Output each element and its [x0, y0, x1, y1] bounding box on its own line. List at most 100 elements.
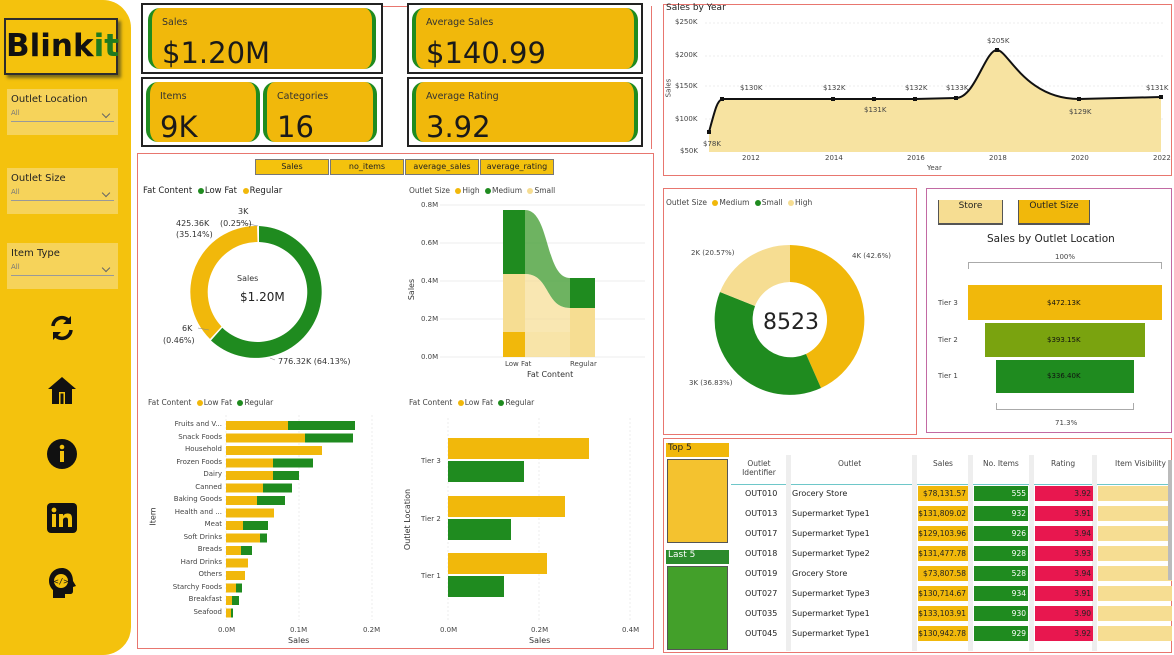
donut-label-low-fat: 776.32K (64.13%) — [278, 357, 351, 366]
kpi-items-card: Items 9K — [146, 82, 260, 144]
cell-items: 934 — [974, 586, 1028, 601]
chart-title: Sales by Outlet Location — [987, 233, 1115, 245]
cell-visibility — [1098, 626, 1172, 641]
table-row[interactable]: OUT045 Supermarket Type1 $130,942.78 929… — [731, 624, 1172, 644]
donut-label-small: 3K (36.83%) — [689, 379, 733, 387]
table-row[interactable]: OUT010 Grocery Store $78,131.57 555 3.92 — [731, 484, 1172, 504]
table-header: Outlet Identifier Outlet Sales No. Items… — [731, 452, 1171, 485]
legend-item: Low Fat — [204, 186, 237, 196]
table-row[interactable]: OUT013 Supermarket Type1 $131,809.02 932… — [731, 504, 1172, 524]
item-bar-soft-drinks — [226, 533, 267, 543]
top5-button[interactable]: Top 5 — [666, 443, 729, 457]
legend-dot — [788, 200, 795, 206]
column-header[interactable]: Sales — [933, 459, 953, 468]
outlet-location-dropdown[interactable]: All — [11, 109, 114, 122]
data-point — [1159, 95, 1163, 99]
legend-item: Low Fat — [464, 398, 494, 407]
ribbon-band-medium — [525, 332, 570, 357]
item-sales-bar-chart — [225, 415, 373, 620]
tier2-low-fat-bar — [448, 496, 565, 517]
item-label: Starchy Foods — [172, 582, 222, 591]
data-point — [954, 96, 958, 100]
last5-panel[interactable] — [667, 566, 728, 650]
kpi-avg-rating-card: Average Rating 3.92 — [412, 82, 638, 144]
legend-item: Regular — [505, 398, 535, 407]
table-scrollbar[interactable] — [1168, 460, 1172, 580]
cell-outlet: Supermarket Type1 — [792, 509, 870, 518]
x-tick: 0.2M — [363, 626, 381, 634]
column-header[interactable]: Rating — [1051, 459, 1075, 468]
data-point — [1077, 97, 1081, 101]
item-bar-others — [226, 571, 245, 580]
donut-label-a-pct: (0.25%) — [220, 219, 252, 228]
x-tick: 2018 — [989, 154, 1007, 162]
column-header[interactable]: No. Items — [983, 459, 1019, 468]
top5-panel[interactable] — [667, 459, 728, 543]
legend-dot — [485, 188, 492, 194]
metric-button-average-sales[interactable]: average_sales — [405, 159, 479, 175]
cell-sales: $73,807.58 — [918, 566, 968, 581]
item-bar-breakfast — [226, 596, 239, 605]
year-area — [709, 50, 1161, 152]
outlet-size-slicer[interactable]: Outlet Size All — [7, 168, 118, 214]
item-bar-starchy — [226, 583, 242, 593]
kpi-avg-rating-frame: Average Rating 3.92 — [407, 77, 643, 147]
store-tab[interactable]: Store — [938, 200, 1003, 225]
column-header[interactable]: Item Visibility — [1115, 459, 1166, 468]
home-icon[interactable] — [45, 373, 79, 407]
funnel-tier-label: Tier 1 — [938, 372, 958, 380]
outlet-size-tab[interactable]: Outlet Size — [1018, 200, 1090, 225]
data-point — [831, 97, 835, 101]
legend-item: Small — [534, 186, 556, 195]
metric-button-no-items[interactable]: no_items — [330, 159, 404, 175]
funnel-bottom-pct: 71.3% — [1055, 419, 1078, 427]
table-row[interactable]: OUT019 Grocery Store $73,807.58 528 3.94 — [731, 564, 1172, 584]
outlet-location-slicer[interactable]: Outlet Location All — [7, 89, 118, 135]
cell-sales: $78,131.57 — [918, 486, 968, 501]
refresh-icon[interactable] — [45, 311, 79, 345]
kpi-title: Average Rating — [426, 91, 499, 102]
legend-dot — [457, 400, 464, 406]
y-tick: $50K — [680, 147, 698, 155]
ribbon-bar-regular-small — [570, 278, 595, 308]
legend-dot — [754, 200, 761, 206]
x-axis-label: Sales — [288, 636, 310, 645]
legend-item: Small — [761, 198, 783, 207]
sales-by-year-line-chart — [705, 22, 1165, 152]
developer-icon[interactable]: </> — [45, 566, 79, 600]
kpi-title: Average Sales — [426, 17, 494, 28]
item-label: Fruits and V... — [174, 420, 222, 428]
table-row[interactable]: OUT018 Supermarket Type2 $131,477.78 928… — [731, 544, 1172, 564]
slicer-label: Item Type — [11, 248, 60, 259]
outlet-size-dropdown[interactable]: All — [11, 188, 114, 201]
cell-outlet: Grocery Store — [792, 489, 848, 498]
cell-visibility — [1098, 566, 1172, 581]
table-row[interactable]: OUT027 Supermarket Type3 $130,714.67 934… — [731, 584, 1172, 604]
legend-dot — [527, 188, 534, 194]
info-icon[interactable] — [45, 437, 79, 471]
item-label: Household — [184, 445, 222, 453]
last5-button[interactable]: Last 5 — [666, 550, 729, 564]
table-row[interactable]: OUT035 Supermarket Type1 $133,103.91 930… — [731, 604, 1172, 624]
linkedin-icon[interactable] — [45, 501, 79, 535]
item-label: Frozen Foods — [176, 457, 222, 466]
kpi-title: Categories — [277, 91, 329, 102]
item-bar-frozen — [226, 458, 313, 468]
point-label: $130K — [740, 84, 763, 92]
item-type-slicer[interactable]: Item Type All — [7, 243, 118, 289]
metric-button-average-rating[interactable]: average_rating — [480, 159, 554, 175]
item-type-dropdown[interactable]: All — [11, 263, 114, 276]
table-row[interactable]: OUT017 Supermarket Type1 $129,103.96 926… — [731, 524, 1172, 544]
item-label: Dairy — [203, 470, 222, 478]
column-header[interactable]: Outlet Identifier — [739, 459, 779, 477]
svg-text:</>: </> — [54, 577, 69, 586]
column-header[interactable]: Outlet — [838, 459, 861, 468]
item-bar-dairy — [226, 471, 299, 480]
ribbon-bar-lowfat-small — [503, 274, 525, 332]
y-tick: $100K — [675, 115, 698, 123]
fat-donut-legend: Fat Content Low Fat Regular — [143, 186, 282, 196]
x-tick: 2022 — [1153, 154, 1171, 162]
item-bar-breads — [226, 546, 252, 555]
metric-button-sales[interactable]: Sales — [255, 159, 329, 175]
legend-item: High — [795, 198, 813, 207]
